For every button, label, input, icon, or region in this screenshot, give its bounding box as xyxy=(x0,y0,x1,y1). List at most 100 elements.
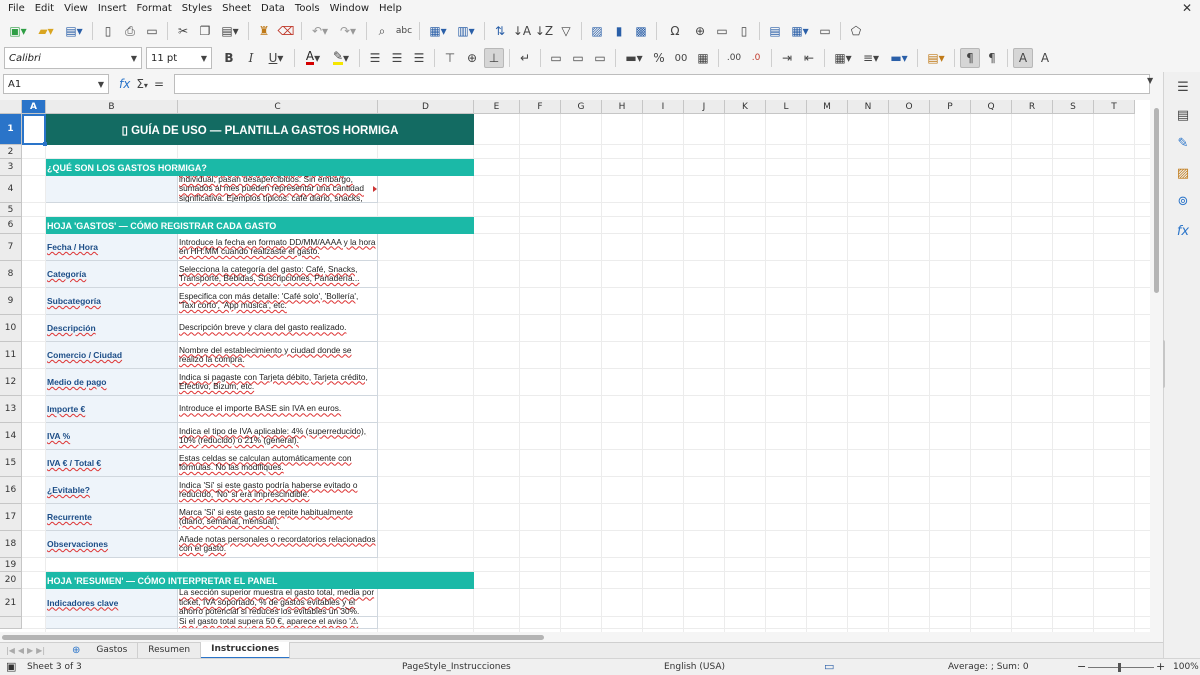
column-header-i[interactable]: I xyxy=(643,100,684,114)
last-sheet-icon[interactable]: ▶| xyxy=(36,646,45,655)
styles-icon[interactable]: ✎ xyxy=(1174,134,1192,152)
sort-descending-icon[interactable]: ↓Z xyxy=(534,21,554,41)
sidebar-menu-icon[interactable]: ☰ xyxy=(1174,78,1192,96)
column-header-l[interactable]: L xyxy=(766,100,807,114)
align-bottom-icon[interactable]: ⊥ xyxy=(484,48,504,68)
zoom-slider[interactable] xyxy=(1088,667,1154,668)
bold-button[interactable]: B xyxy=(219,48,239,68)
menu-file[interactable]: File xyxy=(3,0,30,18)
column-header-o[interactable]: O xyxy=(889,100,930,114)
sort-ascending-icon[interactable]: ↓A xyxy=(512,21,532,41)
zoom-in-icon[interactable]: + xyxy=(1156,660,1165,673)
export-pdf-icon[interactable]: ▯ xyxy=(98,21,118,41)
row-header[interactable]: 20 xyxy=(0,572,22,589)
column-header-e[interactable]: E xyxy=(474,100,520,114)
row-header[interactable]: 15 xyxy=(0,450,22,477)
column-header-p[interactable]: P xyxy=(930,100,971,114)
column-header-h[interactable]: H xyxy=(602,100,643,114)
column-header-q[interactable]: Q xyxy=(971,100,1012,114)
text-direction-rtl-icon[interactable]: ¶ xyxy=(982,48,1002,68)
row-header[interactable]: 8 xyxy=(0,261,22,288)
column-header-s[interactable]: S xyxy=(1053,100,1094,114)
menu-edit[interactable]: Edit xyxy=(30,0,59,18)
zoom-out-icon[interactable]: − xyxy=(1077,660,1086,673)
highlight-color-button[interactable]: ✎ ▾ xyxy=(328,48,354,68)
column-header-m[interactable]: M xyxy=(807,100,848,114)
column-header-c[interactable]: C xyxy=(178,100,378,114)
chevron-down-icon[interactable]: ▼ xyxy=(98,80,104,89)
first-sheet-icon[interactable]: |◀ xyxy=(6,646,15,655)
function-wizard-icon[interactable]: fx xyxy=(119,77,130,91)
column-header-k[interactable]: K xyxy=(725,100,766,114)
open-folder-icon[interactable]: ▰▾ xyxy=(33,21,59,41)
gallery-icon[interactable]: ▨ xyxy=(1174,164,1192,182)
functions-icon[interactable]: fx xyxy=(1174,222,1192,240)
number-format-icon[interactable]: 00 xyxy=(671,48,691,68)
border-color-icon[interactable]: ▬▾ xyxy=(886,48,912,68)
split-window-icon[interactable]: ▭ xyxy=(815,21,835,41)
row-header[interactable]: 7 xyxy=(0,234,22,261)
row-header[interactable]: 13 xyxy=(0,396,22,423)
vertical-scroll-thumb[interactable] xyxy=(1154,108,1159,293)
merge-center-icon[interactable]: ▭ xyxy=(546,48,566,68)
menu-format[interactable]: Format xyxy=(132,0,177,18)
row-header[interactable]: 18 xyxy=(0,531,22,558)
close-document-icon[interactable]: ✕ xyxy=(1182,1,1192,15)
zoom-level[interactable]: 100% xyxy=(1173,662,1199,672)
comment-icon[interactable]: ▭ xyxy=(712,21,732,41)
row-header[interactable]: 14 xyxy=(0,423,22,450)
name-box[interactable]: A1 ▼ xyxy=(3,74,109,94)
delete-decimal-icon[interactable]: .0 xyxy=(746,48,766,68)
vertical-scrollbar[interactable] xyxy=(1150,100,1163,632)
currency-format-icon[interactable]: ▬▾ xyxy=(621,48,647,68)
column-header-n[interactable]: N xyxy=(848,100,889,114)
horizontal-scroll-thumb[interactable] xyxy=(2,635,544,640)
insert-image-icon[interactable]: ▨ xyxy=(587,21,607,41)
align-middle-icon[interactable]: ⊕ xyxy=(462,48,482,68)
show-draw-functions-icon[interactable]: ⬠ xyxy=(846,21,866,41)
previous-sheet-icon[interactable]: ◀ xyxy=(18,646,24,655)
navigator-icon[interactable]: ⊚ xyxy=(1174,192,1192,210)
menu-help[interactable]: Help xyxy=(374,0,407,18)
row-header[interactable]: 9 xyxy=(0,288,22,315)
align-top-icon[interactable]: ⊤ xyxy=(440,48,460,68)
sum-icon[interactable]: Σ▾ xyxy=(136,77,148,91)
next-sheet-icon[interactable]: ▶ xyxy=(27,646,33,655)
align-left-icon[interactable]: ☰ xyxy=(365,48,385,68)
menu-sheet[interactable]: Sheet xyxy=(217,0,256,18)
expand-formula-bar-icon[interactable]: ▼ xyxy=(1147,76,1153,85)
wrap-text-icon[interactable]: ↵ xyxy=(515,48,535,68)
date-format-icon[interactable]: ▦ xyxy=(693,48,713,68)
row-header[interactable]: 6 xyxy=(0,217,22,234)
row-header[interactable]: 4 xyxy=(0,176,22,203)
define-print-area-icon[interactable]: ▤ xyxy=(765,21,785,41)
tab-gastos[interactable]: Gastos xyxy=(86,643,139,658)
menu-styles[interactable]: Styles xyxy=(177,0,217,18)
column-header-d[interactable]: D xyxy=(378,100,474,114)
column-header-g[interactable]: G xyxy=(561,100,602,114)
conditional-format-icon[interactable]: ▤▾ xyxy=(923,48,949,68)
row-header[interactable]: 12 xyxy=(0,369,22,396)
sort-icon[interactable]: ⇅ xyxy=(490,21,510,41)
spreadsheet-grid[interactable]: A B C D E F G H I J K L M N O P Q R S T 1 2 3 4 5 6 7 8 9 10 11 12 13 14 1… xyxy=(0,100,1150,632)
formula-equals-icon[interactable]: = xyxy=(154,77,164,91)
font-color-button[interactable]: A ▾ xyxy=(300,48,326,68)
column-icon[interactable]: ▥▾ xyxy=(453,21,479,41)
column-header-a[interactable]: A xyxy=(22,100,46,114)
text-vertical-icon[interactable]: A xyxy=(1035,48,1055,68)
hyperlink-icon[interactable]: ⊕ xyxy=(690,21,710,41)
cell-cursor[interactable] xyxy=(22,114,47,146)
menu-tools[interactable]: Tools xyxy=(290,0,325,18)
column-header-t[interactable]: T xyxy=(1094,100,1135,114)
language[interactable]: English (USA) xyxy=(664,662,725,672)
freeze-rows-columns-icon[interactable]: ▦▾ xyxy=(787,21,813,41)
add-decimal-icon[interactable]: .00 xyxy=(724,48,744,68)
increase-indent-icon[interactable]: ⇥ xyxy=(777,48,797,68)
row-header[interactable]: 2 xyxy=(0,145,22,159)
menu-insert[interactable]: Insert xyxy=(93,0,132,18)
align-right-icon[interactable]: ☰ xyxy=(409,48,429,68)
properties-icon[interactable]: ▤ xyxy=(1174,106,1192,124)
unmerge-cells-icon[interactable]: ▭ xyxy=(590,48,610,68)
menu-window[interactable]: Window xyxy=(325,0,374,18)
selection-summary[interactable]: Average: ; Sum: 0 xyxy=(948,662,1029,672)
